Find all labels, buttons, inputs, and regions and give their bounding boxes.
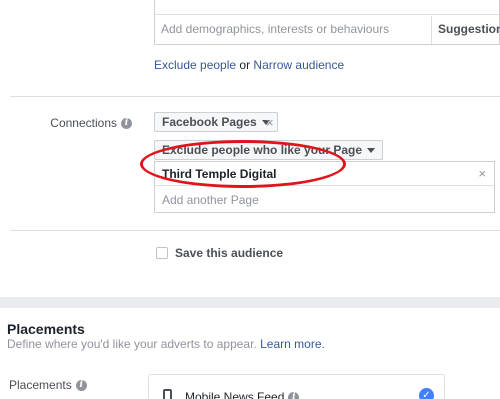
placements-field-label-text: Placements [9, 378, 72, 392]
placements-subtitle-text: Define where you'd like your adverts to … [7, 337, 257, 351]
narrow-audience-link[interactable]: Narrow audience [253, 58, 344, 72]
exclude-people-link[interactable]: Exclude people [154, 58, 236, 72]
section-separator [0, 297, 500, 308]
add-page-input[interactable]: Add another Page [162, 193, 259, 207]
placement-item-label: Mobile News Feed [185, 390, 285, 399]
placements-subtitle: Define where you'd like your adverts to … [7, 337, 325, 351]
divider [155, 14, 499, 15]
save-audience-label: Save this audience [175, 246, 284, 260]
placement-option-box[interactable]: Mobile News Feed i ✓ [148, 374, 445, 399]
placement-item: Mobile News Feed i [185, 390, 300, 399]
detailed-targeting-box: Add demographics, interests or behaviour… [154, 0, 500, 45]
connections-label: Connections i [50, 116, 132, 130]
suggestions-button[interactable]: Suggestions [431, 16, 500, 44]
caret-down-icon [367, 147, 376, 153]
placements-title: Placements [7, 321, 85, 337]
info-icon[interactable]: i [75, 379, 87, 391]
selected-page-name: Third Temple Digital [162, 167, 277, 181]
info-icon[interactable]: i [288, 391, 300, 399]
close-icon[interactable]: × [266, 115, 274, 130]
connection-type-label: Facebook Pages [162, 115, 257, 129]
info-icon[interactable]: i [121, 117, 132, 129]
learn-more-link[interactable]: Learn more. [260, 337, 325, 351]
connection-type-dropdown[interactable]: Facebook Pages [154, 112, 278, 132]
check-circle-icon[interactable]: ✓ [419, 388, 434, 399]
save-audience-row[interactable]: Save this audience [156, 246, 283, 260]
connection-rule-label: Exclude people who like your Page [162, 143, 363, 157]
or-text: or [239, 58, 251, 72]
placements-field-label: Placements i [9, 378, 87, 392]
page-selector: Third Temple Digital × Add another Page [154, 161, 495, 213]
connections-label-text: Connections [50, 116, 117, 130]
section-divider [10, 230, 500, 231]
audience-links: Exclude people or Narrow audience [154, 58, 344, 72]
selected-page-row: Third Temple Digital × [155, 162, 494, 186]
save-audience-checkbox[interactable] [156, 247, 168, 259]
mobile-phone-icon [163, 389, 172, 399]
close-icon[interactable]: × [478, 166, 486, 181]
connection-rule-dropdown[interactable]: Exclude people who like your Page [154, 140, 384, 160]
section-divider [10, 96, 500, 97]
detailed-targeting-input[interactable]: Add demographics, interests or behaviour… [161, 22, 389, 36]
